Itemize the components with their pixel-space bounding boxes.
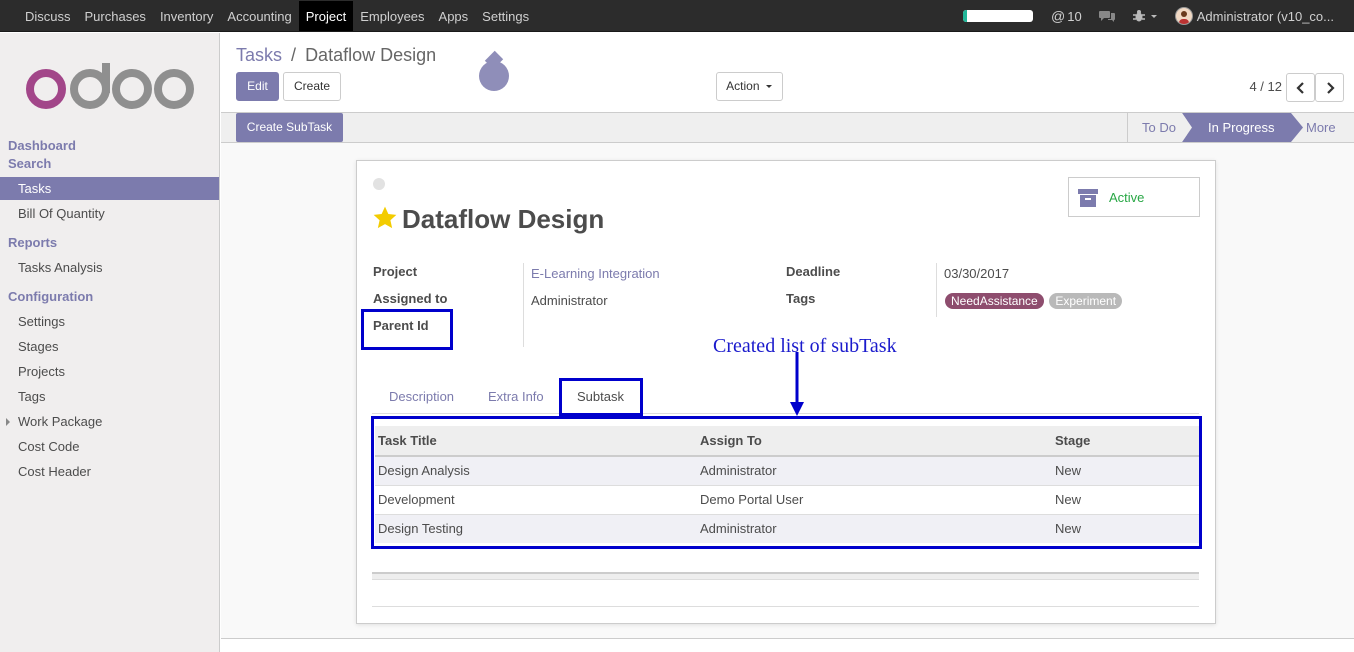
task-title: Dataflow Design — [402, 204, 605, 234]
tags-field[interactable]: NeedAssistance Experiment — [945, 293, 1124, 309]
sidebar-item-projects[interactable]: Projects — [0, 360, 219, 383]
bug-icon — [1132, 10, 1145, 22]
user-menu[interactable]: Administrator (v10_co... — [1174, 7, 1334, 25]
top-menu-bar: Discuss Purchases Inventory Accounting P… — [0, 0, 1354, 32]
tab-extra-info[interactable]: Extra Info — [488, 389, 544, 404]
edit-button[interactable]: Edit — [236, 72, 279, 101]
star-icon[interactable] — [372, 205, 398, 231]
tags-label: Tags — [786, 291, 816, 306]
create-button[interactable]: Create — [283, 72, 341, 101]
assigned-to-value[interactable]: Administrator — [531, 293, 608, 308]
project-label: Project — [373, 264, 418, 279]
assigned-to-label: Assigned to — [373, 291, 448, 306]
stage-in-progress[interactable]: In Progress — [1187, 113, 1291, 142]
sidebar-item-settings[interactable]: Settings — [0, 310, 219, 333]
tag-experiment[interactable]: Experiment — [1049, 293, 1123, 309]
highlight-subtask-table — [371, 416, 1202, 549]
tag-need-assistance[interactable]: NeedAssistance — [945, 293, 1044, 309]
annotation-arrow-icon — [790, 352, 804, 416]
menu-apps[interactable]: Apps — [432, 1, 476, 31]
sidebar-item-stages[interactable]: Stages — [0, 335, 219, 358]
sidebar-item-bill-of-quantity[interactable]: Bill Of Quantity — [0, 202, 219, 225]
sidebar-configuration: Configuration — [8, 289, 94, 304]
chatter-divider — [372, 606, 1199, 607]
table-footer — [372, 572, 1199, 580]
sidebar-search[interactable]: Search — [8, 156, 51, 171]
highlight-parent-id — [361, 309, 453, 350]
sidebar-item-work-package[interactable]: Work Package — [0, 410, 219, 433]
breadcrumb-separator: / — [291, 45, 297, 65]
sidebar-item-tasks-analysis[interactable]: Tasks Analysis — [0, 256, 219, 279]
breadcrumb-tasks-link[interactable]: Tasks — [236, 45, 282, 65]
pager-next-button[interactable] — [1315, 73, 1344, 102]
pager-previous-button[interactable] — [1286, 73, 1315, 102]
sidebar-item-tasks[interactable]: Tasks — [0, 177, 219, 200]
breadcrumb: Tasks / Dataflow Design — [236, 45, 436, 66]
mentions-button[interactable]: @ 10 — [1051, 8, 1082, 24]
cursor-drop-icon — [479, 61, 509, 91]
menu-inventory[interactable]: Inventory — [153, 1, 220, 31]
menu-settings[interactable]: Settings — [475, 1, 536, 31]
menu-employees[interactable]: Employees — [353, 1, 431, 31]
caret-down-icon — [765, 85, 772, 88]
chevron-right-icon — [1326, 81, 1335, 94]
messages-button[interactable] — [1098, 9, 1116, 23]
sidebar-reports: Reports — [8, 235, 58, 250]
sidebar-item-cost-code[interactable]: Cost Code — [0, 435, 219, 458]
control-panel: Tasks / Dataflow Design Edit Create Acti… — [221, 33, 1354, 113]
sidebar-item-tags[interactable]: Tags — [0, 385, 219, 408]
debug-menu-button[interactable] — [1132, 9, 1159, 23]
menu-project[interactable]: Project — [298, 1, 354, 31]
field-divider — [936, 263, 937, 317]
pager-value: 4 / 12 — [1249, 79, 1282, 94]
active-toggle-button[interactable]: Active — [1068, 177, 1200, 217]
stage-arrow-left — [1182, 113, 1192, 142]
caret-down-icon — [1150, 15, 1157, 18]
stage-more[interactable]: More — [1292, 113, 1350, 142]
stage-to-do[interactable]: To Do — [1127, 113, 1190, 142]
caret-right-icon — [6, 418, 10, 426]
main-menu: Discuss Purchases Inventory Accounting P… — [18, 0, 536, 32]
menu-accounting[interactable]: Accounting — [220, 1, 298, 31]
tab-description[interactable]: Description — [389, 389, 454, 404]
user-avatar — [1174, 7, 1193, 25]
action-label: Action — [726, 79, 760, 93]
planner-progress-bar[interactable] — [963, 10, 1034, 22]
sidebar-dashboard[interactable]: Dashboard — [8, 138, 76, 153]
kanban-state-icon[interactable] — [373, 178, 385, 190]
highlight-subtask-tab — [559, 378, 643, 416]
menu-purchases[interactable]: Purchases — [78, 1, 153, 31]
sidebar-item-cost-header[interactable]: Cost Header — [0, 460, 219, 483]
form-statusbar: Create SubTask To Do In Progress More — [221, 113, 1354, 143]
odoo-logo — [26, 63, 194, 109]
create-subtask-button[interactable]: Create SubTask — [236, 113, 343, 142]
mentions-count: 10 — [1067, 8, 1082, 24]
archive-icon — [1078, 189, 1098, 207]
sidebar-item-label: Work Package — [18, 414, 103, 429]
field-divider — [523, 263, 524, 347]
action-dropdown[interactable]: Action — [716, 72, 783, 101]
active-label: Active — [1109, 190, 1145, 205]
project-value[interactable]: E-Learning Integration — [531, 266, 660, 281]
menu-discuss[interactable]: Discuss — [18, 1, 78, 31]
chat-icon — [1098, 11, 1115, 22]
chevron-left-icon — [1295, 81, 1304, 94]
at-icon: @ — [1051, 8, 1066, 24]
breadcrumb-current: Dataflow Design — [305, 45, 437, 65]
user-name: Administrator (v10_co... — [1196, 8, 1334, 24]
deadline-value[interactable]: 03/30/2017 — [944, 266, 1009, 281]
sidebar: Dashboard Search Tasks Bill Of Quantity … — [0, 33, 220, 652]
deadline-label: Deadline — [786, 264, 841, 279]
progress-fill — [963, 10, 968, 22]
tabs-border — [372, 413, 1199, 414]
